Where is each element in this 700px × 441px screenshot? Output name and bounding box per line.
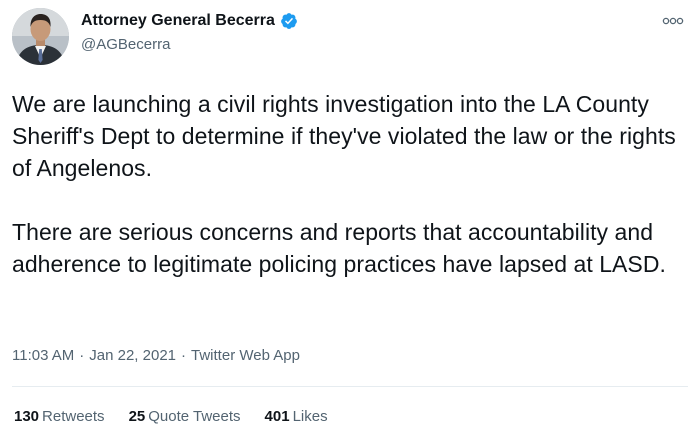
tweet-meta: 11:03 AM · Jan 22, 2021 · Twitter Web Ap… — [12, 347, 300, 364]
avatar[interactable] — [12, 8, 69, 65]
avatar-image — [12, 8, 69, 65]
tweet-paragraph: There are serious concerns and reports t… — [12, 219, 666, 277]
quote-tweets-count: 25 — [128, 408, 146, 425]
tweet-source[interactable]: Twitter Web App — [191, 347, 300, 364]
tweet-text: We are launching a civil rights investig… — [12, 88, 682, 280]
tweet-time[interactable]: 11:03 AM — [12, 347, 74, 364]
tweet-stats: 130 Retweets 25 Quote Tweets 401 Likes — [14, 408, 328, 425]
meta-separator: · — [79, 347, 85, 364]
author-handle[interactable]: @AGBecerra — [81, 36, 170, 53]
retweets-stat[interactable]: 130 Retweets — [14, 408, 105, 425]
author-name-row: Attorney General Becerra — [81, 12, 298, 30]
quote-tweets-stat[interactable]: 25 Quote Tweets — [129, 408, 241, 425]
more-options-icon[interactable] — [660, 14, 686, 28]
likes-stat[interactable]: 401 Likes — [265, 408, 328, 425]
quote-tweets-label: Quote Tweets — [148, 408, 241, 425]
likes-label: Likes — [292, 408, 328, 425]
tweet-date[interactable]: Jan 22, 2021 — [89, 347, 176, 364]
verified-badge-icon — [280, 12, 298, 30]
tweet-card: Attorney General Becerra @AGBecerra We a… — [0, 0, 700, 441]
retweets-label: Retweets — [42, 408, 105, 425]
tweet-paragraph: We are launching a civil rights investig… — [12, 91, 676, 181]
meta-separator: · — [181, 347, 187, 364]
retweets-count: 130 — [14, 408, 40, 425]
divider — [12, 386, 688, 387]
author-display-name[interactable]: Attorney General Becerra — [81, 12, 275, 30]
likes-count: 401 — [264, 408, 290, 425]
